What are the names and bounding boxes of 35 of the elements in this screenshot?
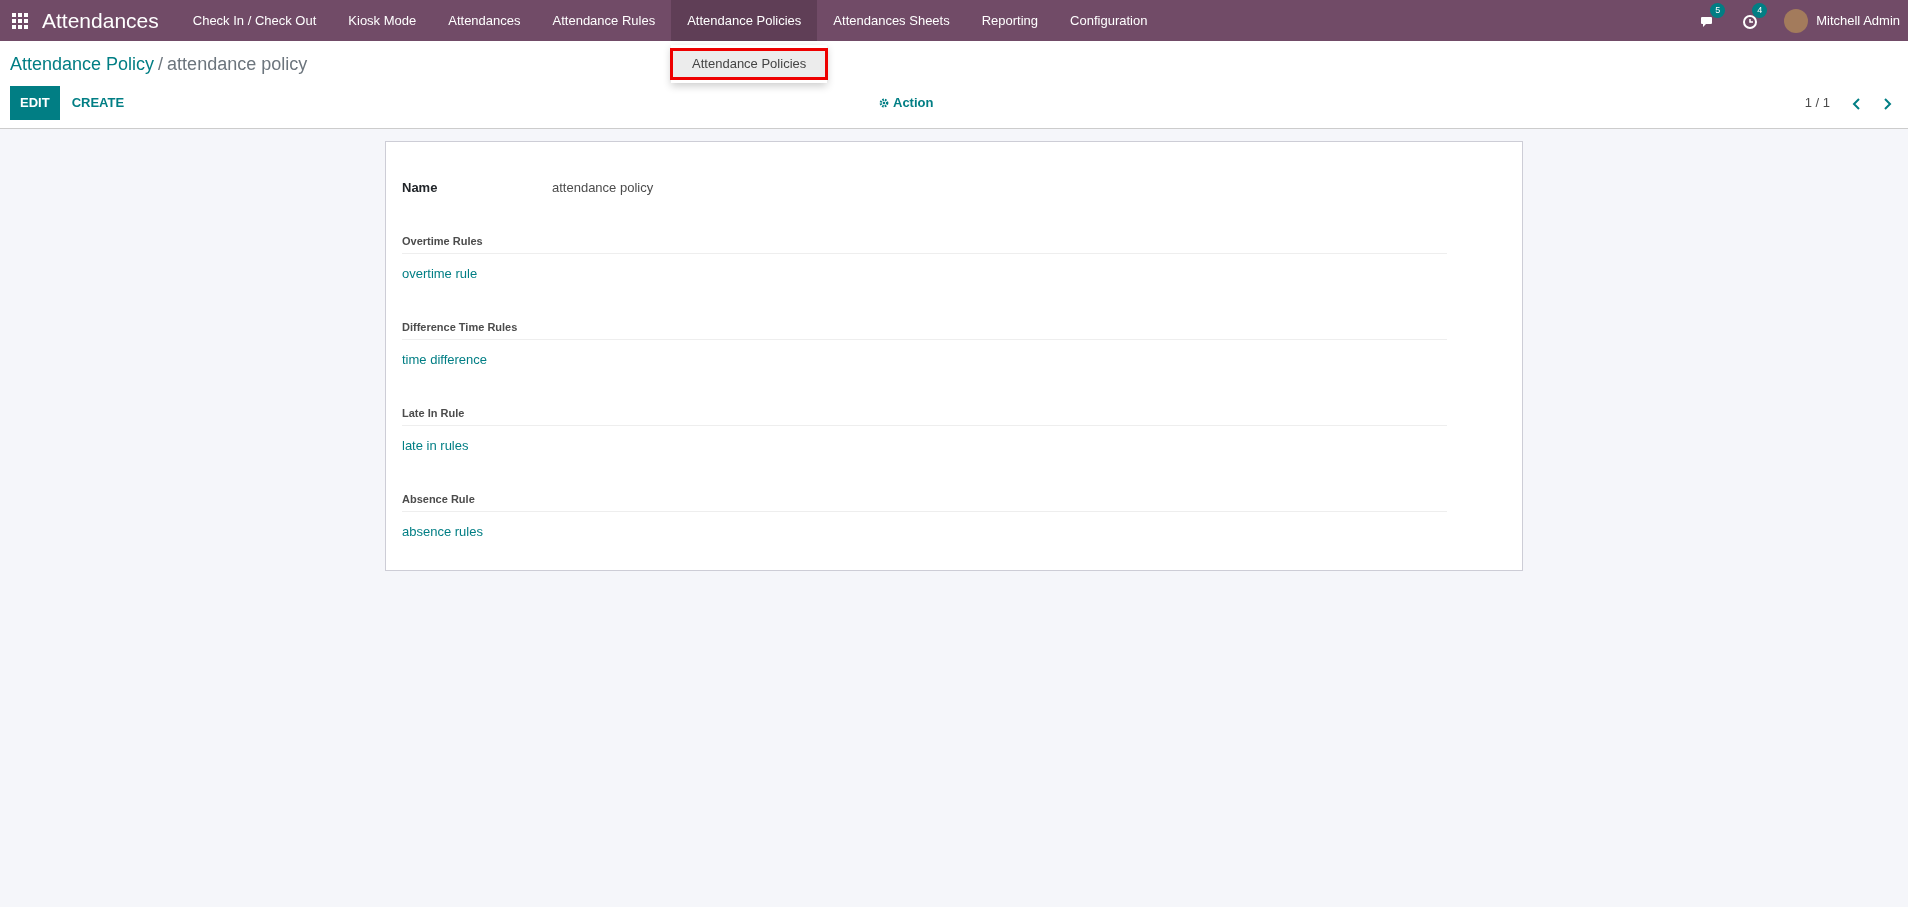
- menu-item[interactable]: Attendances Sheets: [817, 0, 966, 41]
- section-label: Absence Rule: [402, 490, 1447, 512]
- user-name[interactable]: Mitchell Admin: [1816, 10, 1900, 31]
- apps-grid-icon[interactable]: [12, 12, 28, 29]
- section-label: Difference Time Rules: [402, 318, 1447, 340]
- record-link[interactable]: time difference: [402, 352, 488, 367]
- clock-icon[interactable]: [1742, 14, 1759, 31]
- menu-item[interactable]: Kiosk Mode: [332, 0, 433, 41]
- activity-count: 4: [1752, 2, 1768, 18]
- message-count: 5: [1710, 2, 1726, 18]
- edit-button[interactable]: EDIT: [10, 86, 60, 120]
- breadcrumb-separator: /: [158, 54, 164, 74]
- breadcrumb-link[interactable]: Attendance Policy: [10, 54, 155, 74]
- record-link[interactable]: late in rules: [402, 438, 469, 453]
- menu-item[interactable]: Attendance Rules: [536, 0, 672, 41]
- record-link[interactable]: absence rules: [402, 524, 483, 539]
- app-title[interactable]: Attendances: [42, 4, 159, 37]
- section-label: Overtime Rules: [402, 232, 1447, 254]
- action-button[interactable]: Action: [873, 92, 940, 114]
- menu-item[interactable]: Check In / Check Out: [176, 0, 333, 41]
- menu-item[interactable]: Attendance Policies: [671, 0, 818, 41]
- menu-item[interactable]: Attendances: [432, 0, 537, 41]
- menu-item[interactable]: Reporting: [965, 0, 1055, 41]
- create-button[interactable]: CREATE: [59, 86, 137, 120]
- section-label: Late In Rule: [402, 404, 1447, 426]
- chevron-right-icon: [1882, 97, 1892, 110]
- record-link[interactable]: overtime rule: [402, 266, 478, 281]
- breadcrumb-current: attendance policy: [167, 54, 308, 74]
- chevron-left-icon: [1852, 97, 1862, 110]
- menu-item[interactable]: Configuration: [1054, 0, 1164, 41]
- field-value: attendance policy: [552, 179, 654, 197]
- pager-text: 1 / 1: [1804, 94, 1830, 112]
- field-label: Name: [402, 179, 439, 197]
- gear-icon: [879, 97, 889, 108]
- dropdown-item[interactable]: Attendance Policies: [671, 49, 828, 79]
